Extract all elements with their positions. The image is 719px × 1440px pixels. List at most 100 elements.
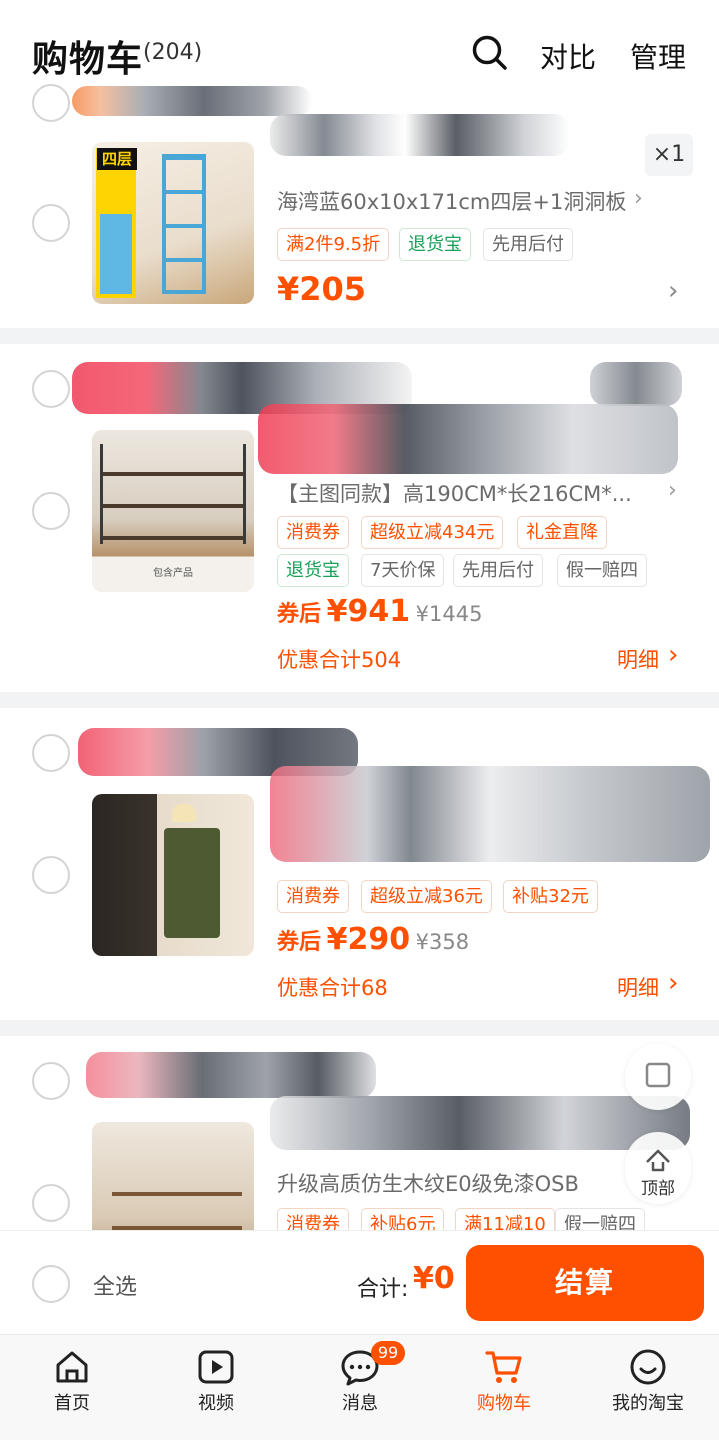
cart-count: (204) xyxy=(143,40,203,65)
shop-checkbox[interactable] xyxy=(32,84,70,122)
product-image[interactable]: 包含产品 xyxy=(92,430,254,592)
coupon-tag: 消费券 xyxy=(277,880,349,913)
product-image[interactable]: 四层 xyxy=(92,142,254,304)
redacted-title xyxy=(258,404,678,474)
item-checkbox[interactable] xyxy=(32,492,70,530)
nav-profile[interactable]: 我的淘宝 xyxy=(576,1335,719,1440)
select-all-label[interactable]: 全选 xyxy=(93,1269,137,1301)
nav-cart[interactable]: 购物车 xyxy=(432,1335,576,1440)
item-checkbox[interactable] xyxy=(32,204,70,242)
cart-item-3: 消费券 超级立减36元 补贴32元 券后 ¥290 ¥358 优惠合计68 明细… xyxy=(0,708,719,1020)
manage-button[interactable]: 管理 xyxy=(630,36,686,76)
nav-home[interactable]: 首页 xyxy=(0,1335,144,1440)
price: ¥290 xyxy=(326,922,411,957)
checkout-bar: 全选 合计: ¥0 结算 xyxy=(0,1230,719,1334)
edit-icon xyxy=(645,1062,671,1088)
home-icon xyxy=(56,1351,88,1383)
quantity-badge[interactable]: ×1 xyxy=(645,134,693,176)
nav-video[interactable]: 视频 xyxy=(144,1335,288,1440)
redacted-title xyxy=(270,766,710,862)
item-checkbox[interactable] xyxy=(32,856,70,894)
product-shelf xyxy=(162,154,206,294)
total-label: 合计: xyxy=(357,1277,409,1302)
price-protection-tag: 7天价保 xyxy=(361,554,445,587)
product-lamp xyxy=(172,804,196,822)
redacted-shop-name xyxy=(72,86,312,116)
coupon-tag: 消费券 xyxy=(277,516,349,549)
redacted-title xyxy=(270,114,570,156)
page-title: 购物车 xyxy=(32,39,144,80)
coupon-tag: 消费券 xyxy=(277,1208,349,1230)
nav-label: 视频 xyxy=(198,1393,234,1414)
subsidy-tag: 补贴32元 xyxy=(503,880,598,913)
detail-link[interactable]: 明细 xyxy=(617,644,659,674)
redacted-store-link xyxy=(590,362,682,406)
chevron-right-icon[interactable]: › xyxy=(634,186,643,211)
discount-total: 优惠合计68 xyxy=(277,976,388,1000)
promo-tag: 满2件9.5折 xyxy=(277,228,390,261)
shop-checkbox[interactable] xyxy=(32,1062,70,1100)
product-shelf xyxy=(112,1162,242,1230)
price-prefix: 券后 xyxy=(277,602,322,627)
original-price: ¥358 xyxy=(415,930,470,954)
sku-selector[interactable]: 升级高质仿生木纹E0级免漆OSB xyxy=(277,1168,579,1198)
product-image[interactable] xyxy=(92,794,254,956)
price-block: 券后 ¥290 ¥358 xyxy=(277,922,469,957)
detail-link[interactable]: 明细 xyxy=(617,972,659,1002)
checkout-button[interactable]: 结算 xyxy=(466,1245,704,1321)
profile-icon xyxy=(630,1349,666,1385)
pay-later-tag: 先用后付 xyxy=(483,228,573,261)
edit-float-button[interactable] xyxy=(625,1044,691,1110)
cart-icon xyxy=(485,1351,522,1383)
product-badge-text: 四层 xyxy=(97,148,137,170)
unread-badge: 99 xyxy=(371,1341,405,1365)
product-caption: 包含产品 xyxy=(153,568,193,579)
price-prefix: 券后 xyxy=(277,930,322,955)
select-all-checkbox[interactable] xyxy=(32,1265,70,1303)
sku-selector[interactable]: 【主图同款】高190CM*长216CM*... xyxy=(277,478,632,508)
redacted-shop-name xyxy=(86,1052,376,1098)
return-insurance-tag: 退货宝 xyxy=(277,554,349,587)
back-to-top-button[interactable]: 顶部 xyxy=(625,1132,691,1204)
pay-later-tag: 先用后付 xyxy=(453,554,543,587)
price: ¥205 xyxy=(277,270,367,308)
subsidy-tag: 补贴6元 xyxy=(361,1208,445,1230)
chevron-right-icon[interactable]: › xyxy=(668,478,677,503)
nav-label: 消息 xyxy=(342,1393,378,1414)
authenticity-tag: 假一赔四 xyxy=(557,554,647,587)
item-checkbox[interactable] xyxy=(32,1184,70,1222)
compare-button[interactable]: 对比 xyxy=(540,36,596,76)
shop-checkbox[interactable] xyxy=(32,734,70,772)
back-to-top-label: 顶部 xyxy=(641,1179,675,1199)
product-cabinet xyxy=(164,828,220,938)
full-reduction-tag: 满11减10 xyxy=(455,1208,555,1230)
super-discount-tag: 超级立减434元 xyxy=(361,516,504,549)
chevron-right-icon[interactable]: › xyxy=(668,968,678,998)
price-block: 券后 ¥941 ¥1445 xyxy=(277,594,482,629)
chevron-right-icon[interactable]: › xyxy=(668,640,678,670)
price: ¥941 xyxy=(326,594,411,629)
nav-label: 我的淘宝 xyxy=(612,1393,684,1414)
original-price: ¥1445 xyxy=(415,602,483,626)
discount-total: 优惠合计504 xyxy=(277,648,402,672)
product-shelf xyxy=(100,444,246,544)
search-icon[interactable] xyxy=(471,34,509,72)
video-icon xyxy=(198,1350,234,1384)
sku-selector[interactable]: 海湾蓝60x10x171cm四层+1洞洞板 xyxy=(277,186,626,216)
bottom-nav: 首页 视频 99 消息 购物车 我的淘宝 xyxy=(0,1334,719,1440)
nav-label: 购物车 xyxy=(477,1393,531,1414)
cash-gift-tag: 礼金直降 xyxy=(517,516,607,549)
nav-messages[interactable]: 99 消息 xyxy=(288,1335,432,1440)
product-panel xyxy=(100,214,132,294)
cart-item-2: 包含产品 【主图同款】高190CM*长216CM*... › 消费券 超级立减4… xyxy=(0,344,719,692)
chevron-right-icon[interactable]: › xyxy=(668,276,678,306)
super-discount-tag: 超级立减36元 xyxy=(361,880,492,913)
header: 购物车 (204) 对比 管理 xyxy=(0,0,719,92)
cart-item-4: 升级高质仿生木纹E0级免漆OSB 消费券 补贴6元 满11减10 假一赔四 xyxy=(0,1036,719,1230)
cart-item-1: 四层 ×1 海湾蓝60x10x171cm四层+1洞洞板 › 满2件9.5折 退货… xyxy=(0,84,719,328)
product-image[interactable] xyxy=(92,1122,254,1230)
shop-checkbox[interactable] xyxy=(32,370,70,408)
total-value: ¥0 xyxy=(413,1261,455,1296)
authenticity-tag: 假一赔四 xyxy=(555,1208,645,1230)
return-insurance-tag: 退货宝 xyxy=(399,228,471,261)
